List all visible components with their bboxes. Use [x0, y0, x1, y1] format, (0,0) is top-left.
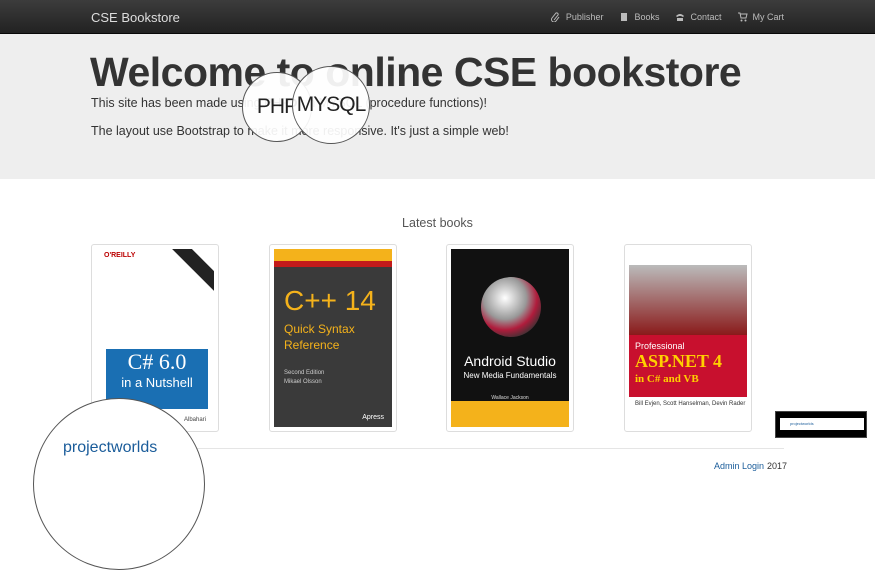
cover-corner-ribbon [167, 249, 214, 294]
cover-sphere-graphic [481, 277, 541, 337]
mini-preview-text: projectworlds [790, 421, 814, 426]
hero-title: Welcome to online CSE bookstore [90, 49, 742, 95]
cover-top-bar [274, 249, 392, 261]
cover-author: Albahari [183, 417, 206, 423]
watermark-magnifier-bubble [33, 398, 205, 570]
book-icon [621, 13, 628, 21]
book-cover-cpp14: C++ 14 Quick Syntax Reference Second Edi… [274, 249, 392, 427]
nav-cart-label: My Cart [752, 12, 785, 22]
cover-publisher: O'REILLY [104, 252, 136, 259]
nav-contact-label: Contact [690, 12, 722, 22]
cover-photo [629, 265, 747, 335]
cover-subtitle: in C# and VB [635, 373, 699, 385]
nav-cart[interactable]: My Cart [737, 12, 785, 22]
cover-bottom-band [451, 401, 569, 427]
mini-preview-widget[interactable]: projectworlds [775, 411, 867, 438]
cover-title: C# 6.0 [127, 349, 187, 374]
cover-author: Bill Evjen, Scott Hanselman, Devin Rader [635, 401, 746, 407]
cover-publisher: Apress [362, 414, 384, 421]
cart-icon [737, 12, 748, 22]
nav-links: Publisher Books Contact My Cart [550, 0, 785, 34]
admin-login-link[interactable]: Admin Login [714, 461, 764, 471]
book-cover-aspnet4: Professional ASP.NET 4 in C# and VB Bill… [629, 249, 747, 427]
book-thumbnail-aspnet4[interactable]: Professional ASP.NET 4 in C# and VB Bill… [624, 244, 752, 432]
cover-subtitle: Quick Syntax Reference [284, 322, 355, 352]
book-thumbnail-cpp14[interactable]: C++ 14 Quick Syntax Reference Second Edi… [269, 244, 397, 432]
watermark-text: projectworlds [63, 439, 158, 456]
nav-books-label: Books [634, 12, 660, 22]
cover-subtitle: in a Nutshell [121, 375, 193, 390]
footer-year: 2017 [767, 461, 788, 471]
cover-title: ASP.NET 4 [635, 351, 723, 371]
brand-link[interactable]: CSE Bookstore [91, 10, 180, 25]
cover-red-bar [274, 261, 392, 267]
book-cover-android-studio: Android Studio New Media Fundamentals Wa… [451, 249, 569, 427]
book-thumbnail-android-studio[interactable]: Android Studio New Media Fundamentals Wa… [446, 244, 574, 432]
nav-publisher-label: Publisher [565, 12, 604, 22]
nav-books[interactable]: Books [619, 12, 659, 22]
cover-label: Professional [635, 341, 685, 351]
paperclip-icon [550, 12, 560, 22]
mysql-magnifier-bubble: MYSQL [292, 66, 370, 144]
nav-publisher[interactable]: Publisher [550, 12, 604, 22]
hero-jumbotron: Welcome to online CSE bookstore This sit… [0, 34, 875, 179]
cover-edition: Second Edition Mikael Olsson [284, 369, 324, 387]
cover-edition-text: Second Edition [284, 370, 325, 376]
mysql-bubble-text: MYSQL [296, 93, 367, 116]
top-navbar: CSE Bookstore Publisher Books Contact My… [0, 0, 875, 34]
phone-icon [676, 14, 685, 21]
mini-preview-inner: projectworlds [780, 418, 864, 430]
cover-title: C++ 14 [284, 285, 376, 316]
cover-author: Mikael Olsson [284, 379, 322, 385]
nav-contact[interactable]: Contact [675, 12, 722, 22]
cover-title: Android Studio [464, 353, 556, 369]
latest-books-heading: Latest books [402, 216, 473, 230]
cover-subtitle: New Media Fundamentals [463, 371, 557, 380]
